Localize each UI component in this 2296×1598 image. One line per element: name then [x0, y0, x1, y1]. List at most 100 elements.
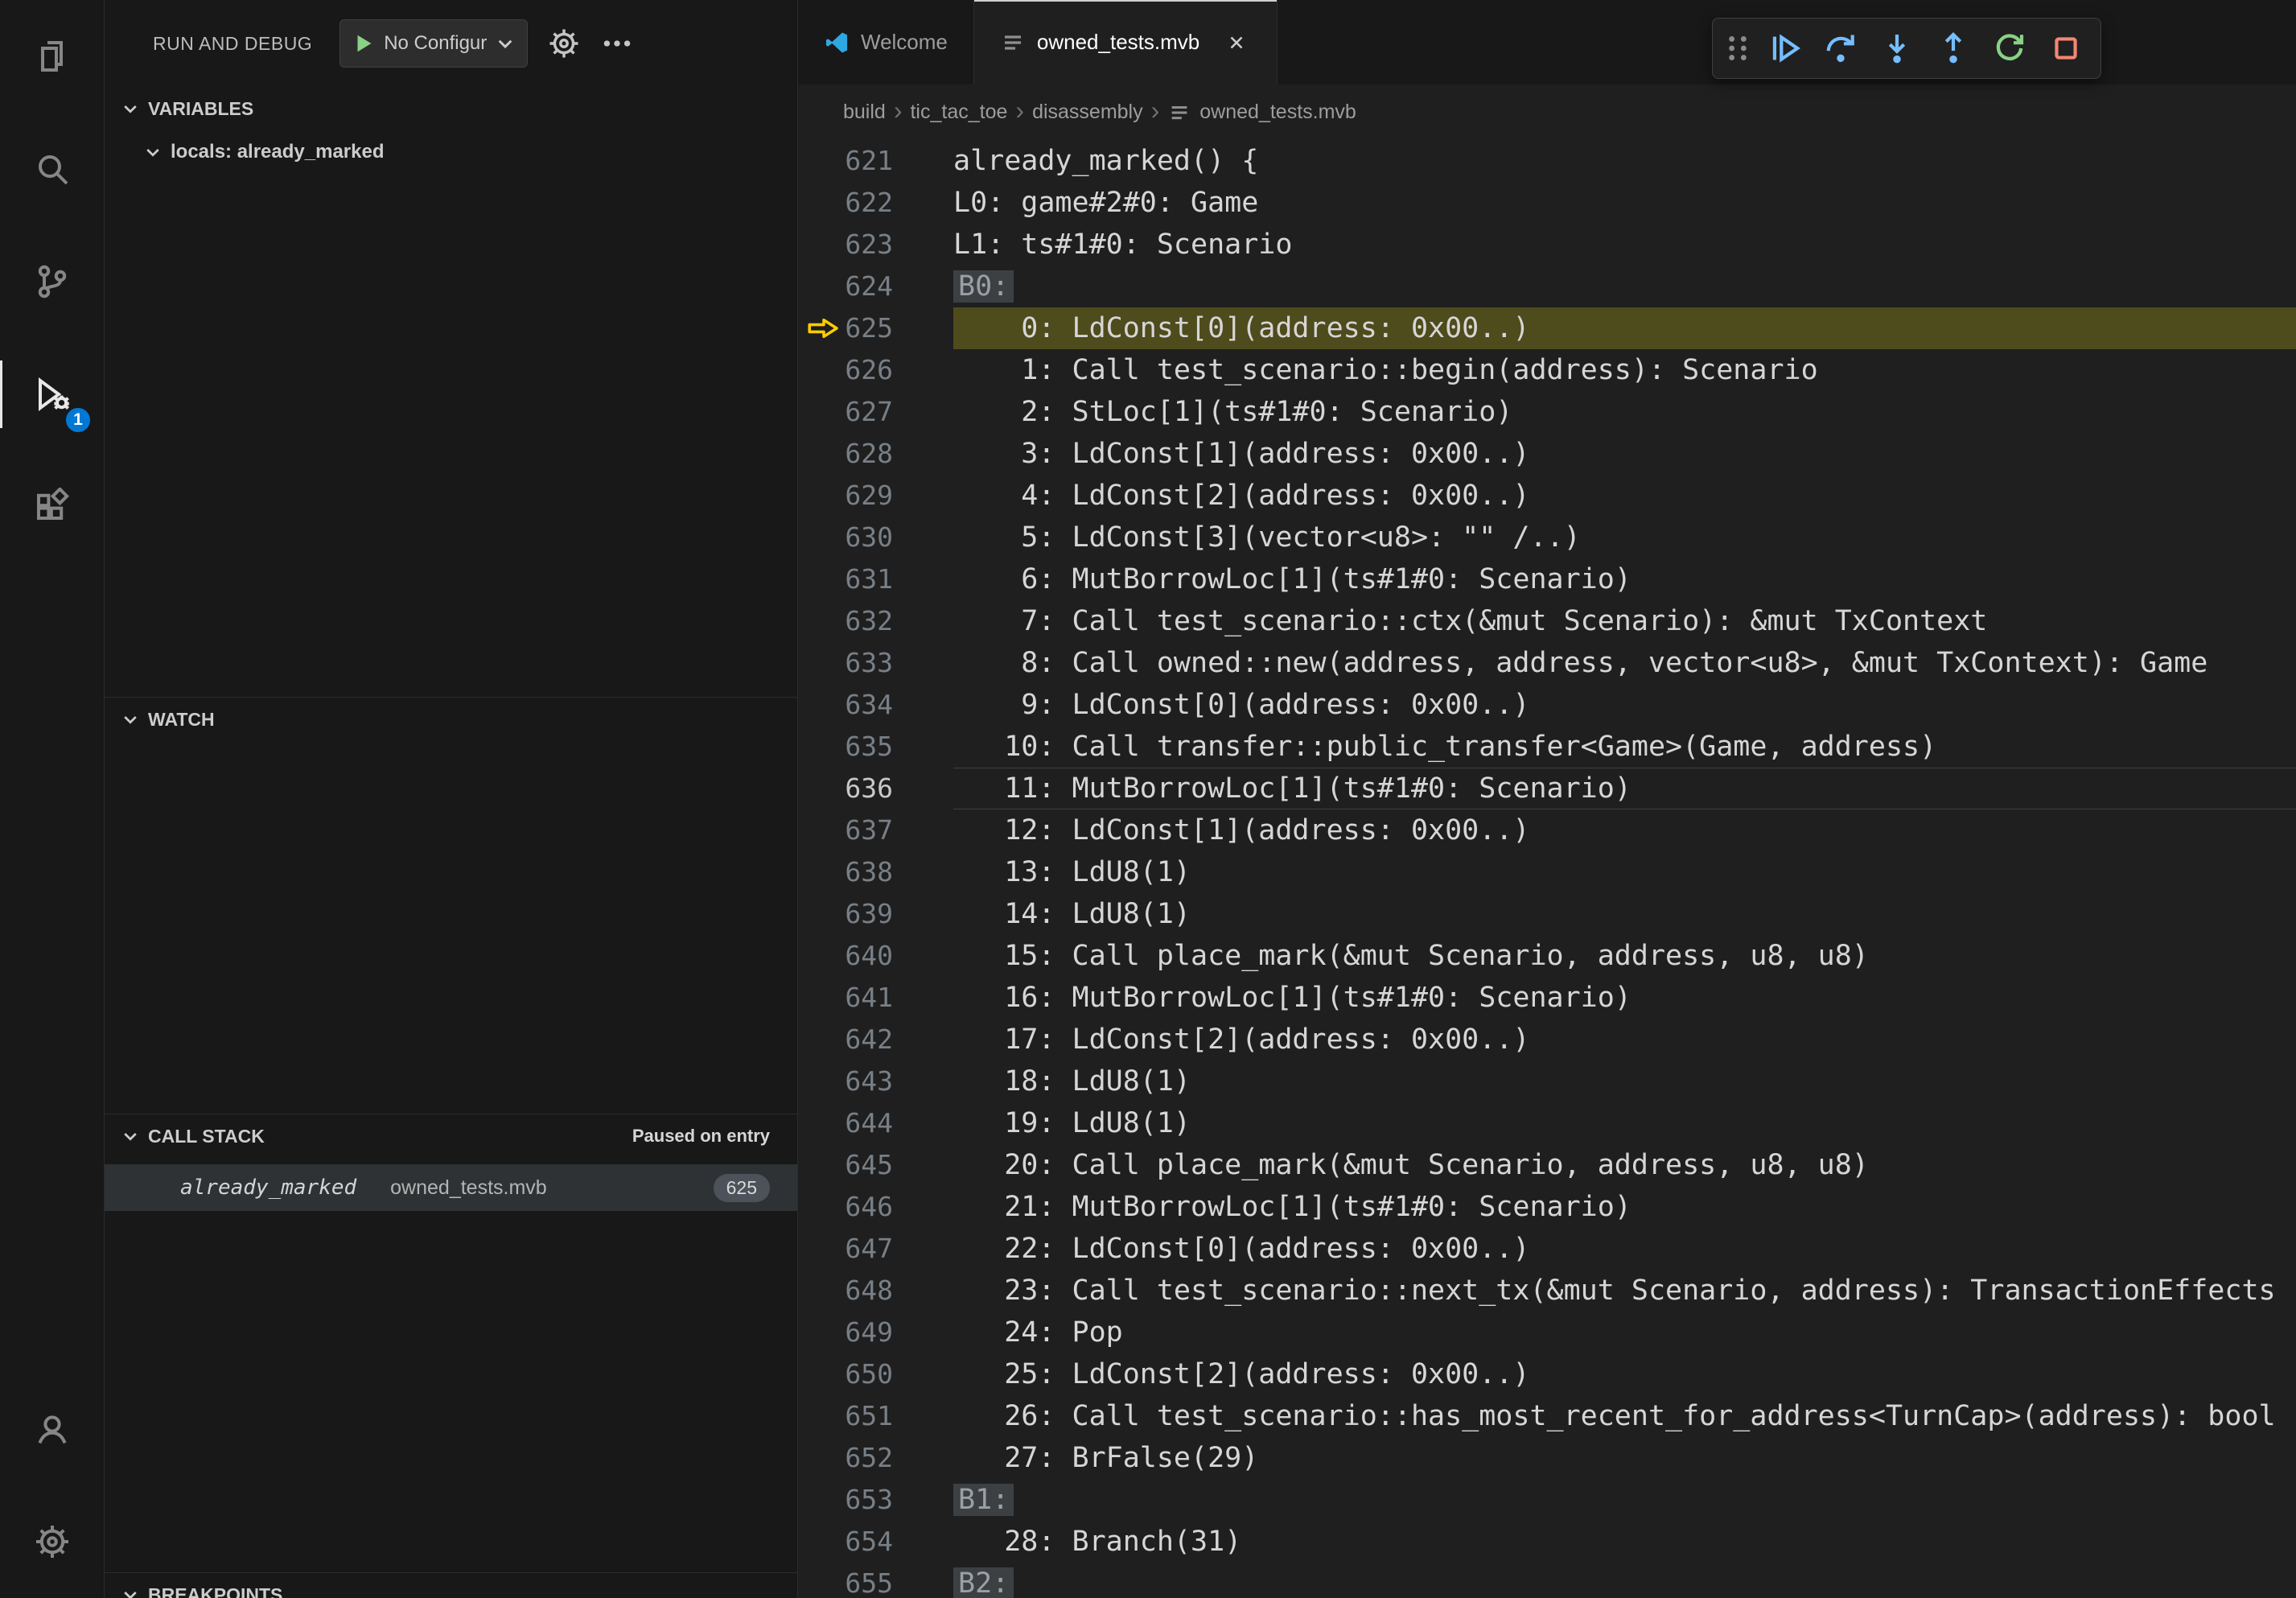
code-text[interactable]: 9: LdConst[0](address: 0x00..) [953, 684, 2296, 726]
code-text[interactable]: 5: LdConst[3](vector<u8>: "" /..) [953, 517, 2296, 558]
variables-scope-locals[interactable]: locals: already_marked [105, 130, 797, 174]
code-line[interactable]: 643 18: LdU8(1) [798, 1061, 2296, 1102]
code-text[interactable]: 2: StLoc[1](ts#1#0: Scenario) [953, 391, 2296, 433]
close-icon[interactable] [1222, 28, 1251, 57]
code-text[interactable]: 14: LdU8(1) [953, 893, 2296, 935]
line-number[interactable]: 630 [798, 517, 953, 558]
tab-owned-tests[interactable]: owned_tests.mvb [974, 0, 1278, 84]
code-text[interactable]: 6: MutBorrowLoc[1](ts#1#0: Scenario) [953, 558, 2296, 600]
code-text[interactable]: 19: LdU8(1) [953, 1102, 2296, 1144]
code-line[interactable]: 651 26: Call test_scenario::has_most_rec… [798, 1395, 2296, 1437]
code-line[interactable]: 630 5: LdConst[3](vector<u8>: "" /..) [798, 517, 2296, 558]
code-line[interactable]: 626 1: Call test_scenario::begin(address… [798, 349, 2296, 391]
code-line[interactable]: 642 17: LdConst[2](address: 0x00..) [798, 1019, 2296, 1061]
extensions-item[interactable] [0, 451, 104, 563]
code-text[interactable]: 26: Call test_scenario::has_most_recent_… [953, 1395, 2296, 1437]
call-stack-frame[interactable]: already_marked owned_tests.mvb 625 [105, 1164, 797, 1211]
line-number[interactable]: 622 [798, 182, 953, 224]
debug-gear-icon[interactable] [547, 27, 581, 60]
code-line[interactable]: 628 3: LdConst[1](address: 0x00..) [798, 433, 2296, 475]
stop-button[interactable] [2039, 23, 2092, 74]
line-number[interactable]: 649 [798, 1312, 953, 1353]
line-number[interactable]: 644 [798, 1102, 953, 1144]
breadcrumb-item[interactable]: tic_tac_toe [903, 101, 1014, 124]
code-line[interactable]: 636 11: MutBorrowLoc[1](ts#1#0: Scenario… [798, 768, 2296, 809]
call-stack-section-header[interactable]: CALL STACK Paused on entry [105, 1114, 797, 1158]
code-line[interactable]: 624B0: [798, 266, 2296, 307]
code-text[interactable]: 20: Call place_mark(&mut Scenario, addre… [953, 1144, 2296, 1186]
start-debugging-icon[interactable] [352, 31, 376, 56]
code-line[interactable]: 639 14: LdU8(1) [798, 893, 2296, 935]
code-line[interactable]: 640 15: Call place_mark(&mut Scenario, a… [798, 935, 2296, 977]
debug-config-dropdown[interactable]: No Configur [339, 19, 528, 68]
code-text[interactable]: L0: game#2#0: Game [953, 182, 2296, 224]
line-number[interactable]: 626 [798, 349, 953, 391]
code-text[interactable]: 27: BrFalse(29) [953, 1437, 2296, 1479]
run-and-debug-item[interactable]: 1 [0, 338, 104, 451]
line-number[interactable]: 639 [798, 893, 953, 935]
restart-button[interactable] [1983, 23, 2036, 74]
code-text[interactable]: 12: LdConst[1](address: 0x00..) [953, 809, 2296, 851]
breadcrumb-item[interactable]: build [837, 101, 892, 124]
code-line[interactable]: 648 23: Call test_scenario::next_tx(&mut… [798, 1270, 2296, 1312]
line-number[interactable]: 636 [798, 768, 953, 809]
code-text[interactable]: 21: MutBorrowLoc[1](ts#1#0: Scenario) [953, 1186, 2296, 1228]
line-number[interactable]: 654 [798, 1521, 953, 1563]
code-text[interactable]: 22: LdConst[0](address: 0x00..) [953, 1228, 2296, 1270]
code-line[interactable]: 654 28: Branch(31) [798, 1521, 2296, 1563]
code-text[interactable]: 16: MutBorrowLoc[1](ts#1#0: Scenario) [953, 977, 2296, 1019]
code-line[interactable]: 647 22: LdConst[0](address: 0x00..) [798, 1228, 2296, 1270]
line-number[interactable]: 632 [798, 600, 953, 642]
code-line[interactable]: 631 6: MutBorrowLoc[1](ts#1#0: Scenario) [798, 558, 2296, 600]
variables-section-header[interactable]: VARIABLES [105, 87, 797, 130]
line-number[interactable]: 625 [798, 307, 953, 349]
code-text[interactable]: 7: Call test_scenario::ctx(&mut Scenario… [953, 600, 2296, 642]
code-text[interactable]: 17: LdConst[2](address: 0x00..) [953, 1019, 2296, 1061]
code-text[interactable]: 3: LdConst[1](address: 0x00..) [953, 433, 2296, 475]
code-line[interactable]: 641 16: MutBorrowLoc[1](ts#1#0: Scenario… [798, 977, 2296, 1019]
line-number[interactable]: 648 [798, 1270, 953, 1312]
breadcrumb-item[interactable]: disassembly [1026, 101, 1150, 124]
line-number[interactable]: 629 [798, 475, 953, 517]
code-text[interactable]: B2: [953, 1563, 2296, 1598]
line-number[interactable]: 651 [798, 1395, 953, 1437]
account-item[interactable] [0, 1373, 104, 1485]
code-line[interactable]: 634 9: LdConst[0](address: 0x00..) [798, 684, 2296, 726]
search-item[interactable] [0, 113, 104, 225]
code-line[interactable]: 632 7: Call test_scenario::ctx(&mut Scen… [798, 600, 2296, 642]
code-line[interactable]: 629 4: LdConst[2](address: 0x00..) [798, 475, 2296, 517]
line-number[interactable]: 635 [798, 726, 953, 768]
code-line[interactable]: 646 21: MutBorrowLoc[1](ts#1#0: Scenario… [798, 1186, 2296, 1228]
code-line[interactable]: 637 12: LdConst[1](address: 0x00..) [798, 809, 2296, 851]
drag-handle[interactable] [1721, 23, 1755, 74]
code-text[interactable]: L1: ts#1#0: Scenario [953, 224, 2296, 266]
code-text[interactable]: B0: [953, 266, 2296, 307]
line-number[interactable]: 631 [798, 558, 953, 600]
code-text[interactable]: 4: LdConst[2](address: 0x00..) [953, 475, 2296, 517]
line-number[interactable]: 642 [798, 1019, 953, 1061]
code-text[interactable]: 1: Call test_scenario::begin(address): S… [953, 349, 2296, 391]
settings-gear-item[interactable] [0, 1485, 104, 1598]
code-line[interactable]: 638 13: LdU8(1) [798, 851, 2296, 893]
code-text[interactable]: already_marked() { [953, 140, 2296, 182]
more-actions-icon[interactable] [600, 27, 634, 60]
line-number[interactable]: 645 [798, 1144, 953, 1186]
code-line[interactable]: 645 20: Call place_mark(&mut Scenario, a… [798, 1144, 2296, 1186]
step-out-button[interactable] [1927, 23, 1980, 74]
code-text[interactable]: 11: MutBorrowLoc[1](ts#1#0: Scenario) [953, 768, 2296, 809]
line-number[interactable]: 621 [798, 140, 953, 182]
code-line[interactable]: 635 10: Call transfer::public_transfer<G… [798, 726, 2296, 768]
code-line[interactable]: 652 27: BrFalse(29) [798, 1437, 2296, 1479]
code-text[interactable]: 8: Call owned::new(address, address, vec… [953, 642, 2296, 684]
watch-section-header[interactable]: WATCH [105, 698, 797, 741]
code-text[interactable]: 10: Call transfer::public_transfer<Game>… [953, 726, 2296, 768]
line-number[interactable]: 647 [798, 1228, 953, 1270]
line-number[interactable]: 652 [798, 1437, 953, 1479]
code-text[interactable]: B1: [953, 1479, 2296, 1521]
line-number[interactable]: 637 [798, 809, 953, 851]
code-line[interactable]: 650 25: LdConst[2](address: 0x00..) [798, 1353, 2296, 1395]
code-line[interactable]: 622L0: game#2#0: Game [798, 182, 2296, 224]
code-text[interactable]: 24: Pop [953, 1312, 2296, 1353]
line-number[interactable]: 633 [798, 642, 953, 684]
line-number[interactable]: 627 [798, 391, 953, 433]
